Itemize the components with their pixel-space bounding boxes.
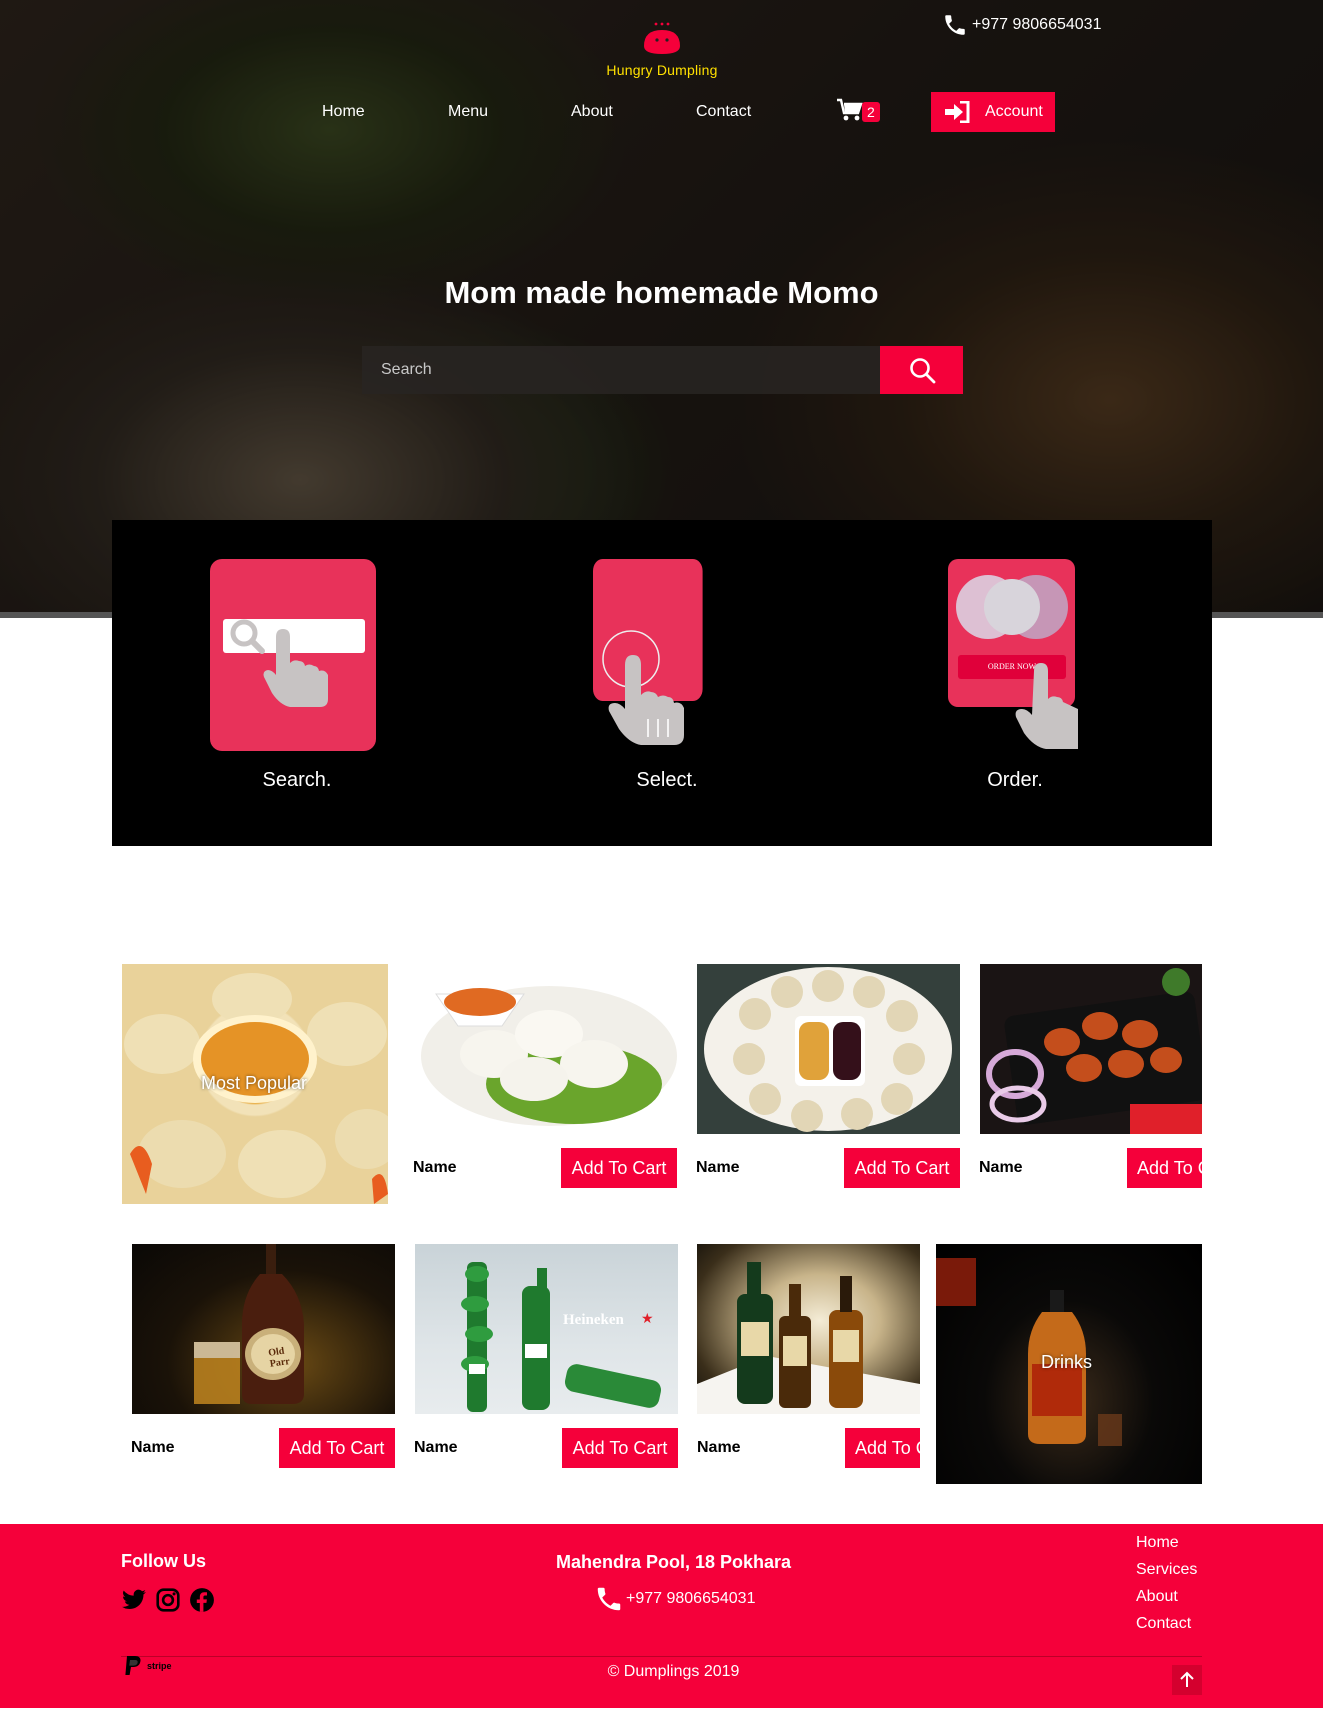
header-phone[interactable]: +977 9806654031	[942, 12, 1101, 38]
nav-about[interactable]: About	[571, 103, 613, 121]
footer-phone[interactable]: +977 9806654031	[594, 1584, 755, 1614]
product-image-4[interactable]: Old Parr	[132, 1244, 395, 1414]
footer-link-home[interactable]: Home	[1136, 1534, 1179, 1552]
footer-link-about[interactable]: About	[1136, 1588, 1178, 1606]
product-name-1: Name	[413, 1159, 457, 1176]
product-name-4: Name	[131, 1439, 175, 1456]
step-order-label: Order.	[987, 769, 1043, 791]
account-button[interactable]: Account	[931, 92, 1055, 132]
nav-contact[interactable]: Contact	[696, 103, 751, 121]
drinks-image[interactable]: Drinks	[936, 1244, 1202, 1484]
step-search: Search.	[201, 520, 401, 846]
product-image-3[interactable]	[980, 964, 1202, 1134]
facebook-icon[interactable]	[189, 1587, 215, 1613]
twitter-icon[interactable]	[121, 1587, 147, 1613]
step-order: ORDER NOW Order.	[920, 520, 1120, 846]
product-label-old-parr: Old Parr	[267, 1345, 291, 1370]
phone-icon	[597, 1587, 621, 1611]
add-to-cart-button-2[interactable]: Add To Cart	[844, 1148, 960, 1188]
drinks-label: Drinks	[1041, 1352, 1093, 1372]
product-name-2: Name	[696, 1159, 740, 1176]
arrow-up-icon	[1180, 1671, 1194, 1687]
header-phone-number: +977 9806654031	[972, 16, 1102, 33]
search-input[interactable]	[362, 346, 880, 394]
add-to-cart-button-3[interactable]: Add To Cart	[1127, 1148, 1202, 1188]
select-step-icon	[593, 559, 703, 745]
product-label-heineken: Heineken	[563, 1312, 624, 1328]
product-name-5: Name	[414, 1439, 458, 1456]
nav-home[interactable]: Home	[322, 103, 365, 121]
order-step-icon	[948, 559, 1078, 749]
cart-count-badge: 2	[862, 102, 880, 122]
search-step-icon	[210, 559, 376, 751]
product-image-6[interactable]	[697, 1244, 920, 1414]
product-image-2[interactable]	[697, 964, 960, 1134]
phone-icon	[945, 15, 965, 35]
most-popular-label: Most Popular	[201, 1073, 308, 1093]
order-now-text: ORDER NOW	[987, 662, 1037, 671]
cart-button[interactable]: 2	[836, 97, 880, 123]
cart-icon	[837, 98, 863, 121]
most-popular-image[interactable]: Most Popular	[122, 964, 388, 1204]
brand-name: Hungry Dumpling	[606, 62, 718, 78]
order-step-illustration: ORDER NOW	[948, 559, 1078, 749]
heineken-star-icon: ★	[641, 1310, 654, 1326]
back-to-top-button[interactable]	[1172, 1665, 1202, 1695]
footer-address: Mahendra Pool, 18 Pokhara	[555, 1552, 792, 1572]
account-label: Account	[985, 103, 1043, 120]
product-image-5[interactable]: Heineken ★	[415, 1244, 678, 1414]
footer-link-contact[interactable]: Contact	[1136, 1615, 1191, 1633]
dumpling-logo-icon	[644, 22, 680, 54]
search-icon	[909, 358, 935, 384]
how-it-works: Search. Select. ORDER NOW Order.	[112, 520, 1212, 846]
step-select: Select.	[561, 520, 783, 846]
search-button[interactable]	[880, 346, 963, 394]
step-search-label: Search.	[262, 769, 332, 791]
footer-phone-number: +977 9806654031	[626, 1590, 756, 1607]
product-name-6: Name	[697, 1439, 741, 1456]
add-to-cart-button-5[interactable]: Add To Cart	[562, 1428, 678, 1468]
footer-link-services[interactable]: Services	[1136, 1561, 1197, 1579]
site-logo[interactable]: Hungry Dumpling	[600, 20, 724, 78]
instagram-icon[interactable]	[155, 1587, 181, 1613]
copyright-text: © Dumplings 2019	[607, 1663, 740, 1680]
nav-menu[interactable]: Menu	[448, 103, 488, 121]
step-select-label: Select.	[636, 769, 698, 791]
add-to-cart-button-4[interactable]: Add To Cart	[279, 1428, 395, 1468]
product-name-3: Name	[979, 1159, 1023, 1176]
product-image-1[interactable]	[414, 964, 677, 1134]
footer-divider	[121, 1656, 1202, 1657]
add-to-cart-button-1[interactable]: Add To Cart	[561, 1148, 677, 1188]
hero-title: Mom made homemade Momo	[444, 275, 879, 310]
login-icon	[945, 101, 970, 123]
add-to-cart-button-6[interactable]: Add To Cart	[845, 1428, 920, 1468]
